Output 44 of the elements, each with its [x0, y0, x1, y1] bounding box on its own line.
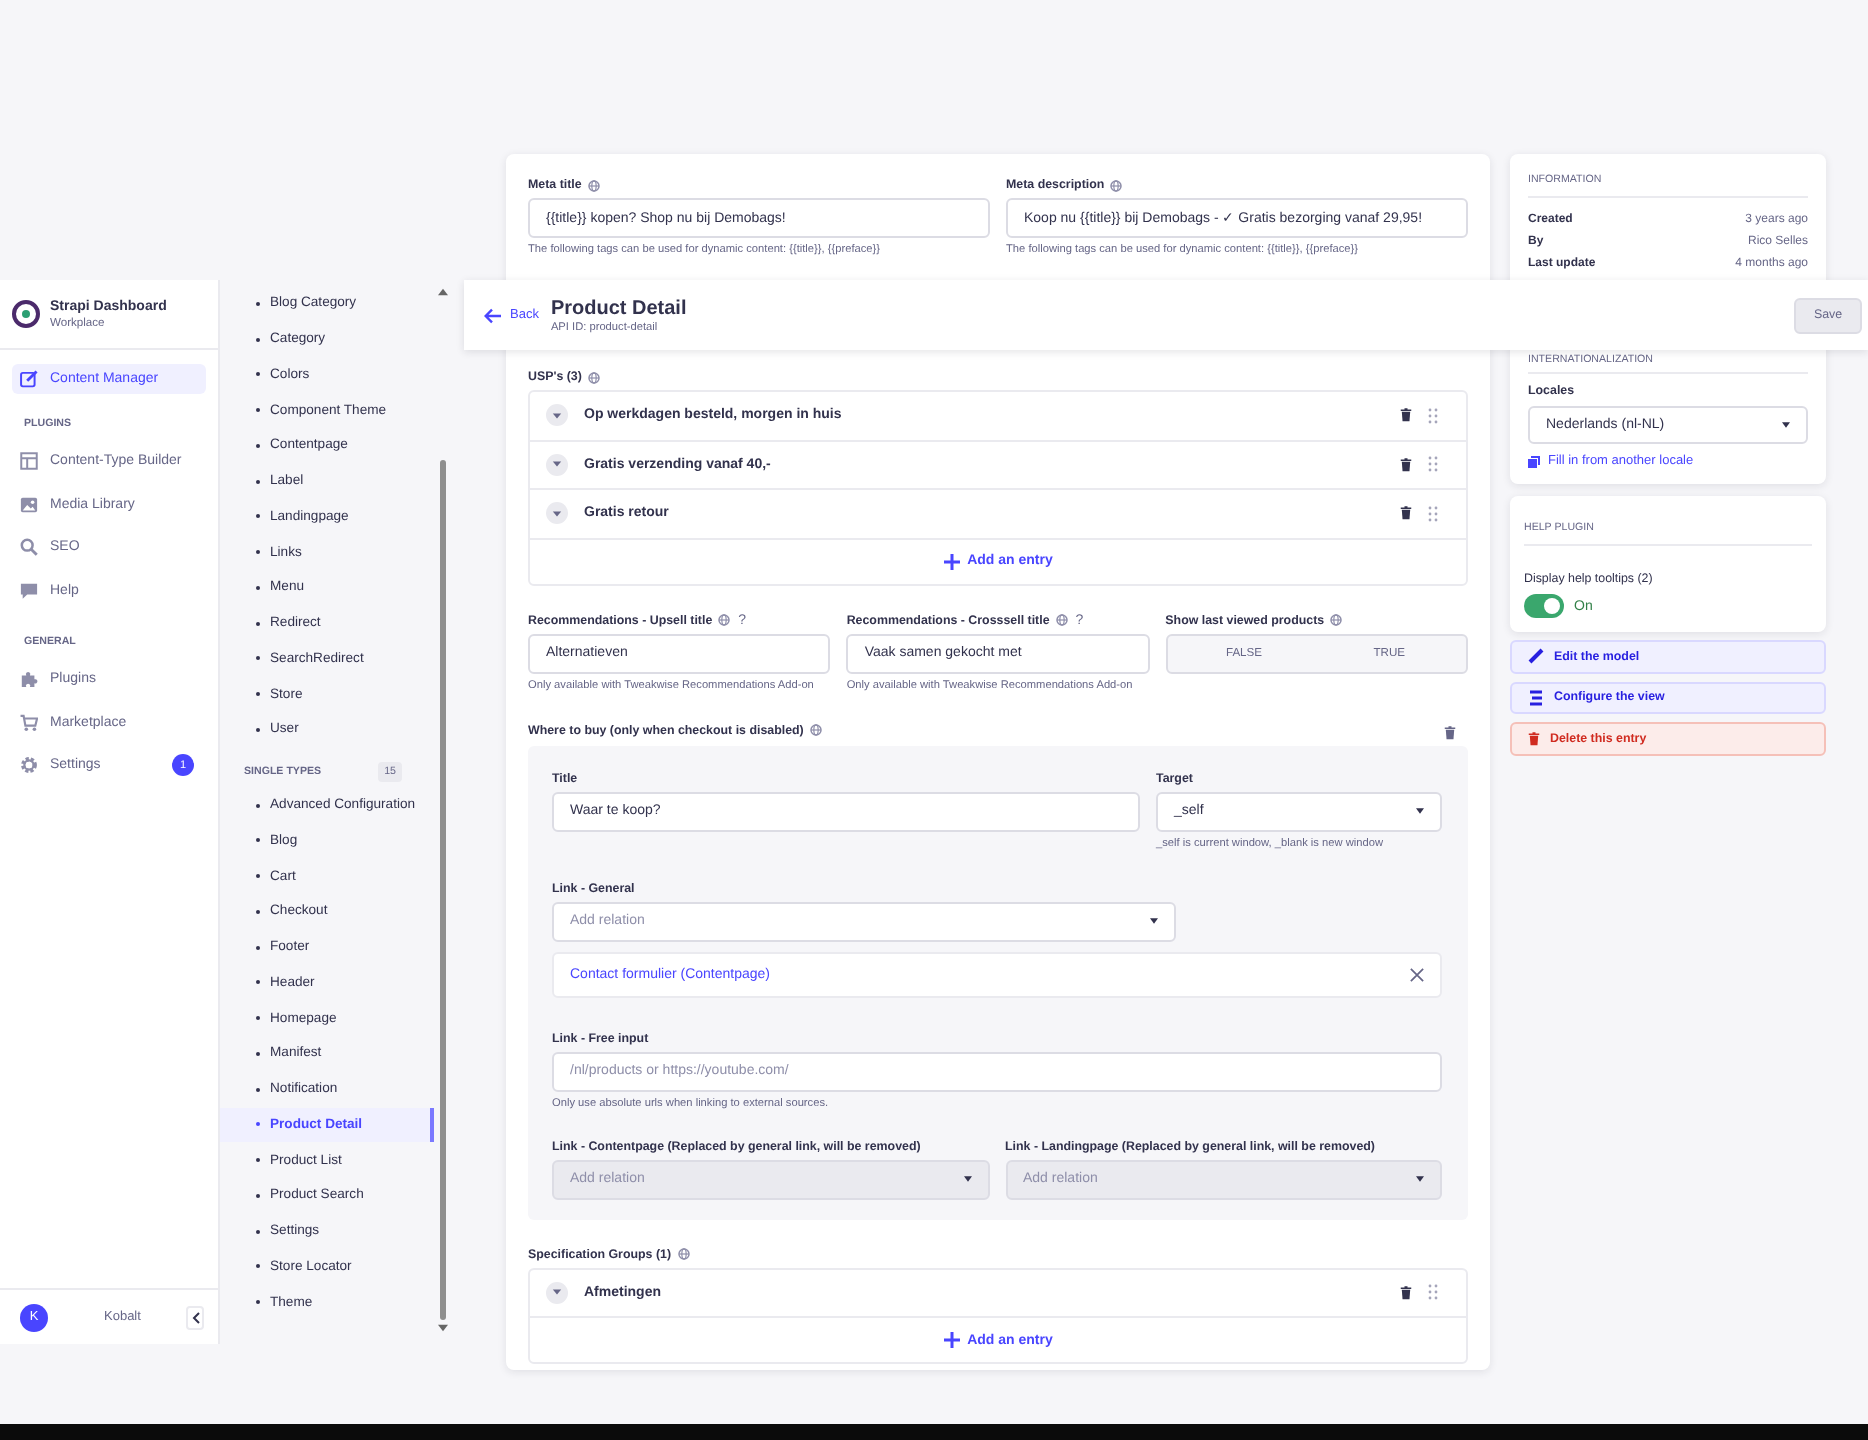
caret-icon — [1416, 808, 1424, 814]
caret-icon — [552, 1288, 562, 1297]
chevron-left-icon — [191, 1311, 199, 1323]
caret-icon — [552, 411, 562, 420]
trash-icon[interactable] — [1400, 408, 1412, 423]
search-icon — [20, 538, 38, 557]
plus-icon — [943, 553, 960, 569]
layout-icon — [20, 452, 38, 471]
cart-icon — [20, 713, 38, 732]
drag-handle-icon[interactable] — [1428, 1284, 1438, 1301]
trash-icon[interactable] — [1400, 1285, 1412, 1300]
drag-handle-icon[interactable] — [1428, 505, 1438, 522]
collapse-button[interactable] — [186, 1305, 204, 1329]
page-title: Product Detail — [550, 297, 687, 321]
scroll-down-icon[interactable] — [437, 1324, 447, 1332]
close-icon[interactable] — [1410, 967, 1424, 981]
expand-button[interactable] — [546, 1281, 568, 1304]
copy-icon — [1528, 455, 1540, 467]
expand-button[interactable] — [546, 502, 568, 525]
scroll-up-icon[interactable] — [437, 288, 447, 296]
settings-icon — [20, 756, 38, 775]
drag-handle-icon[interactable] — [1428, 456, 1438, 473]
caret-icon — [552, 509, 562, 518]
expand-button[interactable] — [546, 404, 568, 427]
arrow-left-icon — [484, 307, 502, 323]
pencil-icon — [1528, 648, 1544, 665]
caret-icon — [552, 460, 562, 469]
logo-icon — [12, 300, 40, 328]
caret-icon — [963, 1176, 971, 1182]
caret-icon — [1416, 1176, 1424, 1182]
speech-bubble-icon — [20, 581, 38, 600]
drag-handle-icon[interactable] — [1428, 407, 1438, 424]
caret-icon — [1782, 422, 1790, 428]
trash-icon[interactable] — [1400, 457, 1412, 472]
trash-icon[interactable] — [1400, 506, 1412, 521]
list-icon — [1528, 689, 1544, 706]
image-icon — [20, 495, 38, 514]
plus-icon — [943, 1332, 960, 1348]
trash-icon[interactable] — [1444, 725, 1456, 739]
edit-icon — [20, 370, 38, 388]
toggle-switch[interactable] — [1524, 594, 1564, 618]
caret-icon — [1150, 918, 1158, 924]
puzzle-icon — [20, 670, 38, 689]
expand-button[interactable] — [546, 453, 568, 476]
